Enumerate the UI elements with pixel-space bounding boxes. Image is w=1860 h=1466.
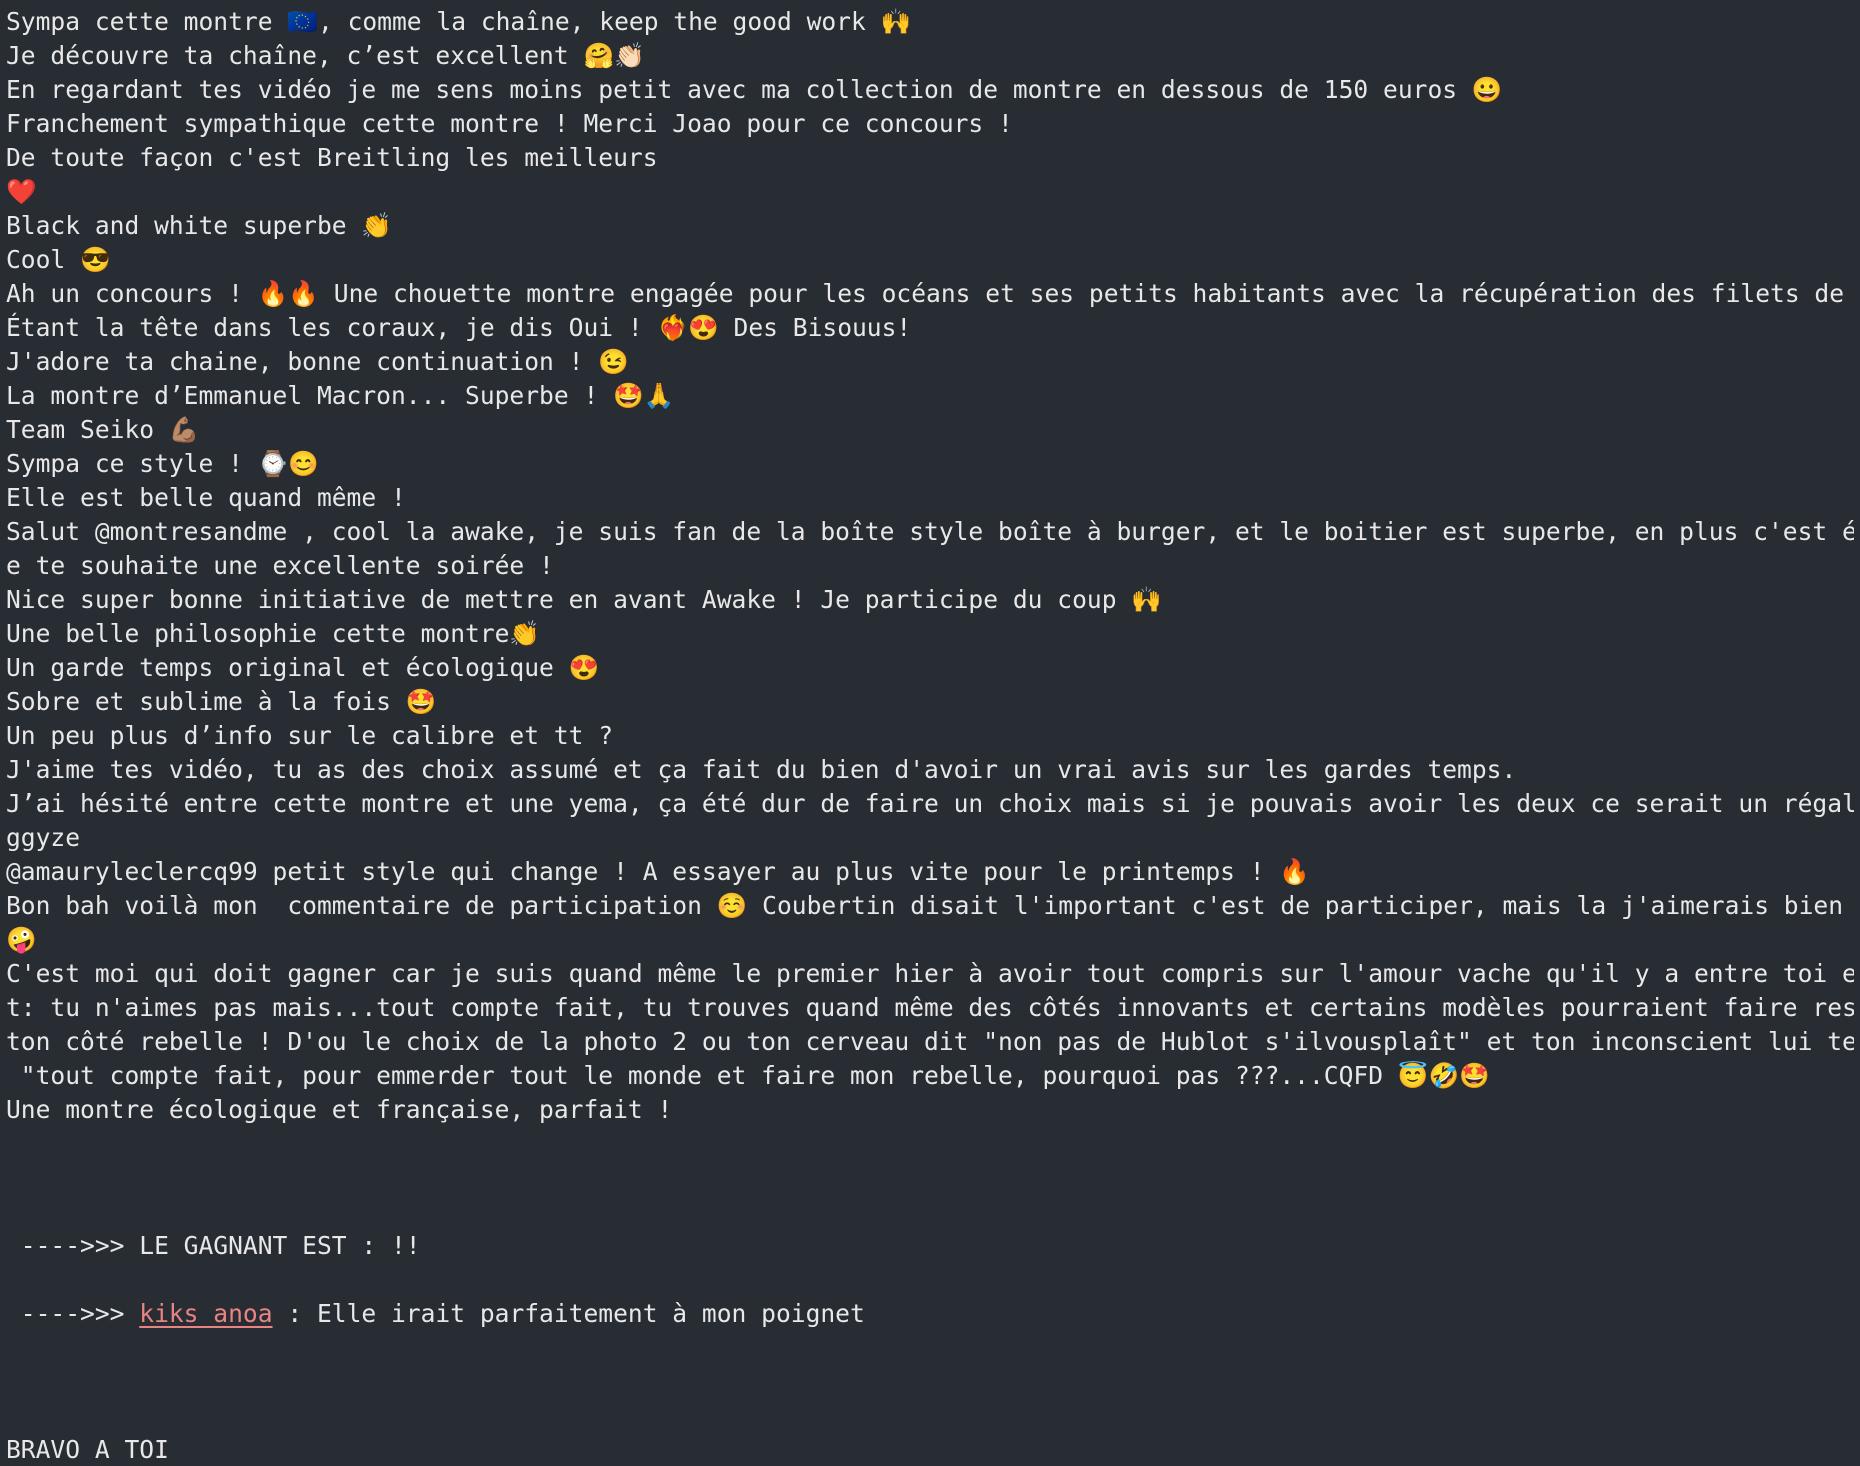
comment-line: En regardant tes vidéo je me sens moins … xyxy=(6,75,1503,104)
comment-line: Elle est belle quand même ! xyxy=(6,483,406,512)
comment-line: J’ai hésité entre cette montre et une ye… xyxy=(6,789,1854,818)
comment-line: "tout compte fait, pour emmerder tout le… xyxy=(6,1061,1490,1090)
comment-line: Étant la tête dans les coraux, je dis Ou… xyxy=(6,313,912,342)
comment-line: ggyze xyxy=(6,823,81,852)
comment-line: @amauryleclercq99 petit style qui change… xyxy=(6,857,1310,886)
comment-line: De toute façon c'est Breitling les meill… xyxy=(6,143,658,172)
winner-username-link[interactable]: kiks_anoa xyxy=(139,1299,272,1328)
comment-line: Ah un concours ! 🔥🔥 Une chouette montre … xyxy=(6,279,1854,308)
comment-line: Sobre et sublime à la fois 🤩 xyxy=(6,687,437,716)
comment-line: Un peu plus d’info sur le calibre et tt … xyxy=(6,721,614,750)
winner-prefix: ---->>> xyxy=(6,1299,140,1328)
comment-line: Sympa cette montre 🇪🇺, comme la chaîne, … xyxy=(6,7,912,36)
terminal-window: Sympa cette montre 🇪🇺, comme la chaîne, … xyxy=(0,0,1860,1466)
winner-message: : Elle irait parfaitement à mon poignet xyxy=(272,1299,865,1328)
comment-line: 🤪 xyxy=(6,925,37,954)
comment-line: Team Seiko 💪🏽 xyxy=(6,415,200,444)
comment-line: J'adore ta chaine, bonne continuation ! … xyxy=(6,347,629,376)
comment-line: ton côté rebelle ! D'ou le choix de la p… xyxy=(6,1027,1854,1056)
comment-line: J'aime tes vidéo, tu as des choix assumé… xyxy=(6,755,1517,784)
comment-line: Bon bah voilà mon commentaire de partici… xyxy=(6,891,1854,920)
comment-line: ❤️ xyxy=(6,177,37,206)
comment-line: Nice super bonne initiative de mettre en… xyxy=(6,585,1162,614)
comment-line: Une belle philosophie cette montre👏 xyxy=(6,619,541,648)
comment-line: Sympa ce style ! ⌚😊 xyxy=(6,449,319,478)
winner-line: ---->>> kiks_anoa : Elle irait parfaitem… xyxy=(6,1297,1854,1331)
winner-announcement: ---->>> LE GAGNANT EST : !! xyxy=(6,1231,421,1260)
comment-line: e te souhaite une excellente soirée ! xyxy=(6,551,554,580)
comment-line: t: tu n'aimes pas mais...tout compte fai… xyxy=(6,993,1854,1022)
comment-line: C'est moi qui doit gagner car je suis qu… xyxy=(6,959,1854,988)
comment-line: Black and white superbe 👏 xyxy=(6,211,392,240)
comment-line: Une montre écologique et française, parf… xyxy=(6,1095,673,1124)
comment-line: Cool 😎 xyxy=(6,245,111,274)
comment-line: La montre d’Emmanuel Macron... Superbe !… xyxy=(6,381,675,410)
footer-text: BRAVO A TOI xyxy=(6,1435,169,1464)
comment-line: Un garde temps original et écologique 😍 xyxy=(6,653,600,682)
comment-line: Salut @montresandme , cool la awake, je … xyxy=(6,517,1854,546)
comment-line: Franchement sympathique cette montre ! M… xyxy=(6,109,1013,138)
comment-line: Je découvre ta chaîne, c’est excellent 🤗… xyxy=(6,41,645,70)
